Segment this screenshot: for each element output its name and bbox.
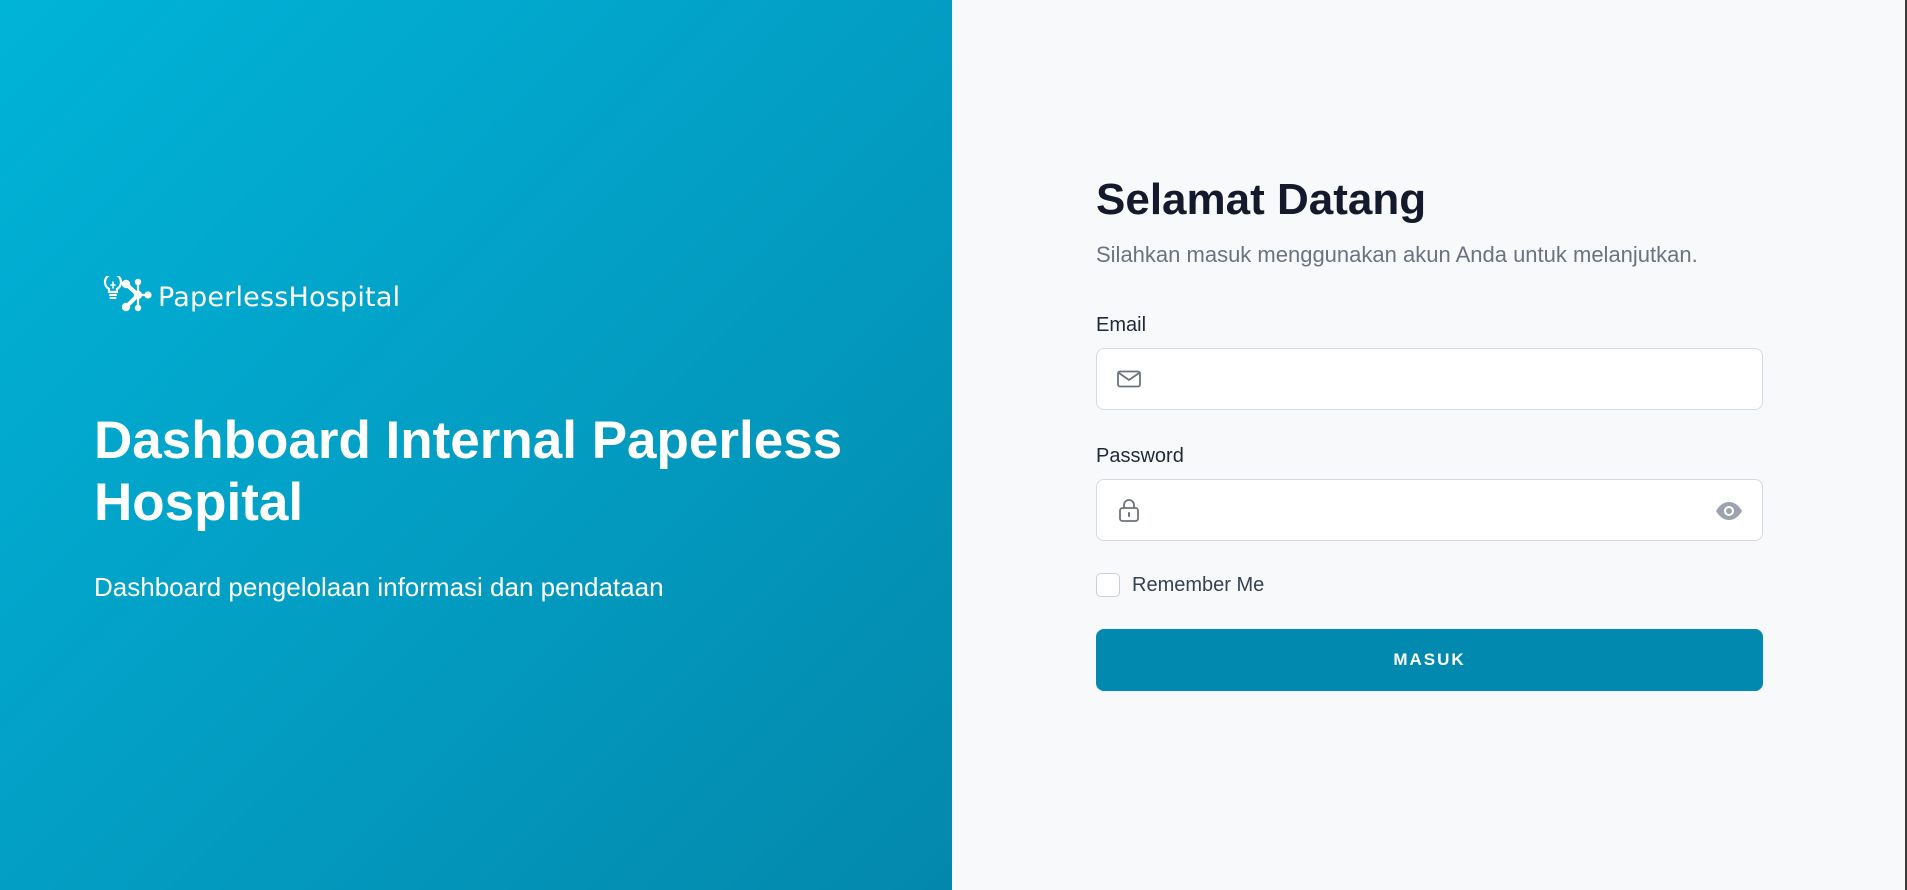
hero-subtitle: Dashboard pengelolaan informasi dan pend…	[94, 572, 664, 602]
brand-name: PaperlessHospital	[158, 281, 401, 313]
login-subtitle: Silahkan masuk menggunakan akun Anda unt…	[1096, 242, 1698, 267]
password-field-container	[1096, 479, 1763, 541]
remember-me-label[interactable]: Remember Me	[1132, 574, 1264, 597]
password-label: Password	[1096, 445, 1184, 467]
hero-title: Dashboard Internal Paperless Hospital	[94, 411, 843, 532]
login-title: Selamat Datang	[1096, 175, 1427, 224]
email-label: Email	[1096, 314, 1147, 336]
email-field-container	[1096, 348, 1763, 410]
login-page: PaperlessHospital Dashboard Internal Pap…	[0, 0, 1907, 890]
envelope-icon	[1117, 370, 1141, 388]
hero-panel: PaperlessHospital Dashboard Internal Pap…	[0, 0, 952, 890]
login-panel: Selamat Datang Silahkan masuk menggunaka…	[952, 0, 1907, 890]
lock-icon	[1119, 499, 1139, 522]
password-input[interactable]	[1157, 480, 1717, 540]
remember-me-row: Remember Me	[1096, 573, 1763, 597]
login-button[interactable]: MASUK	[1096, 629, 1763, 691]
lightbulb-network-icon	[103, 276, 152, 312]
remember-me-checkbox[interactable]	[1096, 573, 1120, 597]
email-input[interactable]	[1157, 349, 1717, 409]
eye-icon[interactable]	[1714, 497, 1744, 525]
brand: PaperlessHospital	[98, 276, 400, 318]
login-form: Selamat Datang Silahkan masuk menggunaka…	[1096, 172, 1763, 691]
